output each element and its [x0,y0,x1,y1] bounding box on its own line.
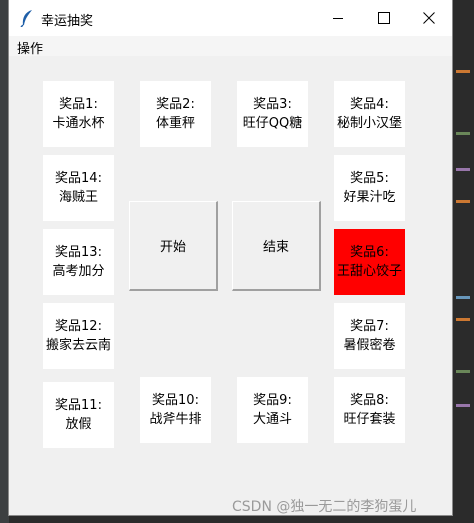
prize-name: 暑假密卷 [343,338,396,353]
prize-card-7: 奖品7: 暑假密卷 [334,303,405,369]
background-editor-left [0,0,9,523]
prize-label: 奖品8: [350,393,389,408]
prize-name: 旺仔套装 [343,412,396,427]
prize-name: 体重秤 [155,116,195,131]
prize-label: 奖品1: [59,97,98,112]
prize-label: 奖品9: [253,393,292,408]
prize-label: 奖品11: [55,398,102,413]
prize-name: 王甜心饺子 [336,264,402,279]
app-window: 幸运抽奖 操作 奖品1: 卡通水杯 奖品2: 体重秤 奖品3: 旺仔QQ糖 奖品… [9,0,452,515]
prize-card-9: 奖品9: 大通斗 [237,377,308,443]
prize-name: 卡通水杯 [52,116,105,131]
minimize-icon [333,18,343,19]
minimize-button[interactable] [315,0,361,36]
start-button[interactable]: 开始 [129,201,218,291]
prize-card-13: 奖品13: 高考加分 [43,229,114,295]
close-button[interactable] [406,0,452,36]
prize-name: 高考加分 [52,264,105,279]
prize-label: 奖品2: [156,97,195,112]
background-editor-right [452,0,474,523]
window-title: 幸运抽奖 [41,14,94,29]
maximize-button[interactable] [361,0,407,36]
prize-label: 奖品3: [253,97,292,112]
title-bar[interactable]: 幸运抽奖 [9,0,452,36]
prize-card-3: 奖品3: 旺仔QQ糖 [237,81,308,147]
prize-label: 奖品13: [55,245,102,260]
feather-icon [20,10,32,27]
prize-card-6: 奖品6: 王甜心饺子 [334,229,405,295]
stop-button[interactable]: 结束 [232,201,321,291]
prize-label: 奖品7: [350,319,389,334]
prize-card-2: 奖品2: 体重秤 [140,81,211,147]
prize-card-8: 奖品8: 旺仔套装 [334,377,405,443]
prize-name: 好果汁吃 [343,190,396,205]
prize-card-4: 奖品4: 秘制小汉堡 [334,81,405,147]
prize-card-1: 奖品1: 卡通水杯 [43,81,114,147]
prize-label: 奖品14: [55,171,102,186]
prize-label: 奖品12: [55,319,102,334]
prize-card-14: 奖品14: 海贼王 [43,155,114,221]
prize-card-10: 奖品10: 战斧牛排 [140,377,211,443]
prize-card-11: 奖品11: 放假 [43,382,114,448]
menu-operations[interactable]: 操作 [15,38,45,57]
maximize-icon [378,12,390,24]
prize-label: 奖品6: [350,245,389,260]
close-icon [423,12,435,24]
prize-name: 大通斗 [252,412,292,427]
menu-bar: 操作 [9,36,452,57]
watermark: CSDN @独一无二的李狗蛋儿 [232,499,417,515]
prize-name: 海贼王 [58,190,98,205]
prize-name: 秘制小汉堡 [336,116,402,131]
prize-label: 奖品10: [152,393,199,408]
prize-label: 奖品5: [350,171,389,186]
prize-name: 搬家去云南 [45,338,111,353]
prize-card-12: 奖品12: 搬家去云南 [43,303,114,369]
lottery-board: 奖品1: 卡通水杯 奖品2: 体重秤 奖品3: 旺仔QQ糖 奖品4: 秘制小汉堡… [9,56,452,515]
prize-name: 放假 [65,417,92,432]
prize-card-5: 奖品5: 好果汁吃 [334,155,405,221]
prize-name: 旺仔QQ糖 [242,116,303,131]
prize-label: 奖品4: [350,97,389,112]
prize-name: 战斧牛排 [149,412,202,427]
